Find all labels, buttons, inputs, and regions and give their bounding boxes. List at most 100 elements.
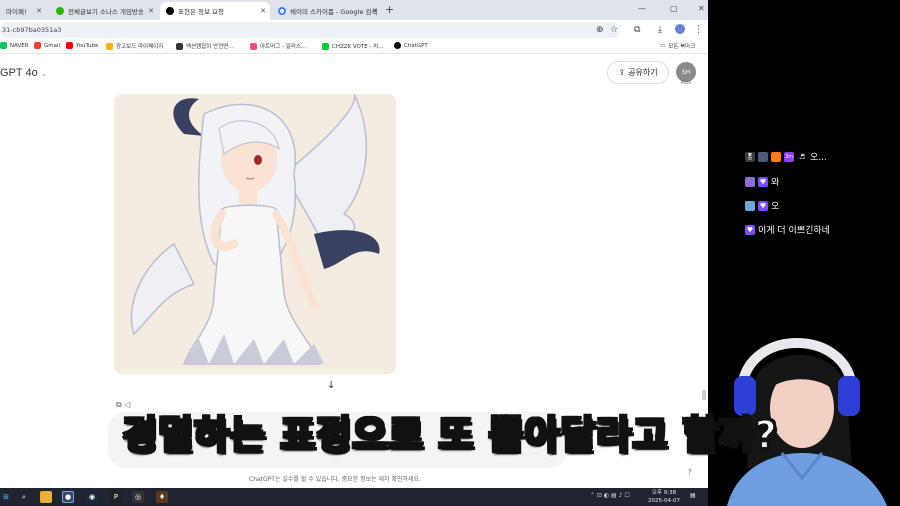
chat-text: 와 bbox=[771, 178, 780, 188]
disclaimer-text: ChatGPT는 실수를 할 수 있습니다. 중요한 정보는 재차 확인하세요. bbox=[249, 476, 421, 483]
avatar-initials: SH bbox=[681, 68, 691, 76]
share-label: 공유하기 bbox=[628, 68, 658, 77]
address-bar: 31-cb97ba0351a3 ⊕ ☆ ⧉ ⤓ ⋮ bbox=[0, 20, 708, 40]
music-note-icon: ♬ bbox=[798, 152, 806, 161]
chat-text: 이게 더 이쁘긴하네 bbox=[758, 226, 830, 236]
share-button[interactable]: ⇪ 공유하기 bbox=[607, 61, 669, 84]
bookmark-label: CHZZK VOTE - 치... bbox=[332, 44, 384, 50]
tab-2-active[interactable]: 표현은 정보 요청 ✕ bbox=[160, 2, 270, 20]
url-field[interactable]: 31-cb97ba0351a3 bbox=[0, 22, 620, 38]
google-favicon-icon bbox=[278, 7, 286, 15]
app-p-icon[interactable]: P bbox=[110, 491, 122, 503]
box-badge-icon bbox=[758, 151, 768, 162]
creature-badge-icon bbox=[745, 176, 755, 187]
tray-icons[interactable]: ⌃ ⊡ ◐ ▤ ♪ ☐ bbox=[590, 492, 630, 499]
bookmark-all-folder[interactable]: ▭ 모든 북마크 bbox=[660, 42, 695, 50]
chatgpt-favicon-icon bbox=[166, 7, 174, 15]
tab-label: 전체글보기 소나스 개임방송 bbox=[68, 8, 144, 16]
generated-image[interactable] bbox=[114, 94, 396, 374]
heart-badge-icon: ♥ bbox=[758, 176, 768, 187]
chat-text: 오 bbox=[771, 202, 780, 212]
bookmark-actioncam[interactable]: 액션캠잡이 안전면... bbox=[176, 42, 233, 50]
heart-badge-icon: ♥ bbox=[758, 200, 768, 211]
stream-frame: 마이페! ✕ 전체글보기 소나스 개임방송 ✕ 표현은 정보 요청 ✕ 쉐이미 … bbox=[0, 0, 900, 506]
download-icon[interactable]: ⤓ bbox=[658, 24, 662, 36]
chat-message: 🎖 3m ♬ 오... bbox=[745, 150, 827, 163]
new-tab-button[interactable]: + bbox=[385, 3, 394, 16]
tab-label: 쉐이미 스카이폼 - Google 검색 bbox=[290, 8, 378, 16]
menu-dots-icon[interactable]: ⋮ bbox=[694, 24, 703, 36]
search-icon[interactable]: ⌕ bbox=[18, 491, 30, 503]
site-icon bbox=[250, 42, 257, 50]
zoom-icon[interactable]: ⊕ bbox=[596, 24, 604, 36]
bookmark-naver[interactable]: NAVER bbox=[0, 42, 29, 49]
plan-badge: PLUS bbox=[681, 80, 691, 85]
tab-strip: 마이페! ✕ 전체글보기 소나스 개임방송 ✕ 표현은 정보 요청 ✕ 쉐이미 … bbox=[0, 0, 708, 20]
bookmark-label: YouTube bbox=[76, 42, 99, 49]
avatar[interactable]: SH PLUS bbox=[676, 62, 696, 85]
bookmark-gmail[interactable]: Gmail bbox=[34, 42, 60, 49]
bookmark-label: Gmail bbox=[44, 42, 61, 49]
scrollbar[interactable] bbox=[702, 390, 706, 400]
bookmarks-bar: NAVER Gmail YouTube 광고보드 마이페이지 액션캠잡이 안전면… bbox=[0, 40, 708, 54]
bookmark-chatgpt[interactable]: ChatGPT bbox=[394, 42, 428, 49]
gmail-icon bbox=[34, 42, 41, 49]
tab-label: 표현은 정보 요청 bbox=[178, 8, 224, 16]
bookmark-label: 아트머그 - 일러스... bbox=[260, 44, 307, 50]
chat-text: 오... bbox=[810, 153, 827, 163]
clock-time: 오후 9:38 bbox=[651, 490, 677, 496]
close-icon[interactable]: ✕ bbox=[148, 7, 154, 15]
maximize-icon[interactable]: ▢ bbox=[670, 4, 678, 13]
bookmark-artmug[interactable]: 아트머그 - 일러스... bbox=[250, 42, 306, 50]
chevron-down-icon: ⌄ bbox=[40, 69, 48, 78]
youtube-icon bbox=[66, 42, 73, 49]
clock-date: 2025-04-07 bbox=[648, 498, 680, 504]
extensions-icon[interactable]: ⧉ bbox=[634, 24, 640, 36]
chat-message: ♥ 이게 더 이쁘긴하네 bbox=[745, 223, 830, 236]
scroll-down-button[interactable]: ↓ bbox=[327, 380, 335, 391]
chat-message: ♥ 오 bbox=[745, 199, 779, 212]
bookmark-youtube[interactable]: YouTube bbox=[66, 42, 98, 49]
close-icon[interactable]: ✕ bbox=[372, 7, 378, 15]
chat-message: ♥ 와 bbox=[745, 175, 779, 188]
close-icon[interactable]: ✕ bbox=[36, 7, 42, 15]
profile-icon[interactable] bbox=[675, 24, 685, 34]
naver-icon bbox=[0, 42, 7, 49]
steam-icon[interactable]: ◉ bbox=[86, 491, 98, 503]
tab-0[interactable]: 마이페! ✕ bbox=[0, 2, 46, 20]
bookmark-label: NAVER bbox=[10, 42, 29, 49]
minimize-icon[interactable]: — bbox=[638, 4, 646, 13]
share-icon: ⇪ bbox=[618, 68, 626, 77]
model-selector[interactable]: GPT 4o ⌄ bbox=[0, 67, 47, 79]
chatgpt-icon bbox=[394, 42, 401, 49]
heart-badge-icon: ♥ bbox=[745, 224, 755, 235]
angel-character-illustration bbox=[114, 94, 396, 374]
game-icon[interactable]: ♦ bbox=[156, 491, 168, 503]
video-subtitle: 경멸하는 표정으로 또 뽑아달라고 할까? bbox=[121, 412, 778, 458]
notification-icon[interactable]: ▤ bbox=[690, 492, 696, 499]
chrome-icon[interactable]: ● bbox=[62, 491, 74, 503]
tab-3[interactable]: 쉐이미 스카이폼 - Google 검색 ✕ bbox=[272, 2, 382, 20]
fire-badge-icon bbox=[771, 151, 781, 162]
system-clock[interactable]: 오후 9:38 2025-04-07 bbox=[648, 489, 680, 505]
bookmark-adboard[interactable]: 광고보드 마이페이지 bbox=[106, 42, 163, 50]
folder-icon bbox=[106, 42, 113, 50]
site-icon bbox=[176, 42, 183, 50]
tab-1[interactable]: 전체글보기 소나스 개임방송 ✕ bbox=[50, 2, 158, 20]
help-button[interactable]: ? bbox=[688, 468, 692, 476]
bookmark-star-icon[interactable]: ☆ bbox=[610, 24, 618, 36]
bookmark-chzzk[interactable]: CHZZK VOTE - 치... bbox=[322, 42, 383, 50]
window-close-icon[interactable]: ✕ bbox=[698, 4, 705, 13]
bookmark-label: 액션캠잡이 안전면... bbox=[186, 44, 234, 50]
start-icon[interactable]: ⊞ bbox=[0, 491, 12, 503]
months-badge-icon: 3m bbox=[784, 151, 794, 162]
folder-icon: ▭ bbox=[660, 43, 666, 49]
bookmark-label: ChatGPT bbox=[404, 42, 428, 49]
close-icon[interactable]: ✕ bbox=[260, 7, 266, 15]
fish-badge-icon bbox=[745, 200, 755, 211]
bookmark-label: 모든 북마크 bbox=[668, 44, 696, 50]
trophy-badge-icon: 🎖 bbox=[745, 151, 755, 162]
obs-icon[interactable]: ◎ bbox=[132, 491, 144, 503]
file-explorer-icon[interactable] bbox=[40, 491, 52, 503]
taskbar: ⊞ ⌕ ● ◉ P ◎ ♦ ⌃ ⊡ ◐ ▤ ♪ ☐ 오후 9:38 2025-0… bbox=[0, 488, 708, 506]
